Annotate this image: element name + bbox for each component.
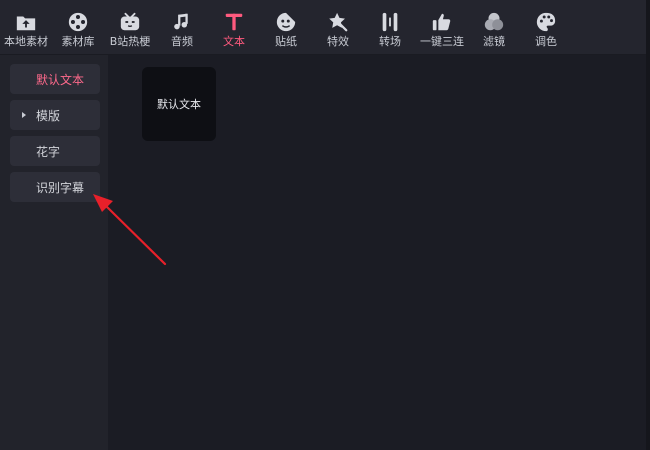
tool-transitions[interactable]: 转场 [364, 0, 416, 54]
tool-audio[interactable]: 音频 [156, 0, 208, 54]
tool-label: 音频 [171, 35, 193, 48]
expand-arrow-icon [22, 112, 26, 118]
tool-label: 素材库 [61, 35, 95, 48]
tool-stickers[interactable]: 贴纸 [260, 0, 312, 54]
tool-label: 贴纸 [275, 35, 297, 48]
film-reel-icon [68, 12, 88, 32]
palette-icon [536, 12, 556, 32]
tool-label: 本地素材 [4, 35, 48, 48]
tool-label: 转场 [379, 35, 401, 48]
tool-label: 文本 [223, 35, 245, 48]
tool-asset-library[interactable]: 素材库 [52, 0, 104, 54]
top-toolbar: 本地素材 素材库 B站热梗 音频 文本 贴纸 特效 转场 一键三连 滤镜 调色 [0, 0, 650, 55]
tool-label: B站热梗 [109, 35, 151, 48]
text-t-icon [225, 13, 243, 31]
sticker-face-icon [276, 12, 296, 32]
sidebar-item-default-text[interactable]: 默认文本 [10, 64, 100, 94]
transition-bars-icon [382, 12, 398, 32]
thumbs-up-icon [432, 13, 451, 31]
star-wand-icon [329, 12, 348, 32]
default-text-card[interactable]: 默认文本 [142, 67, 216, 141]
sidebar-item-label: 花字 [36, 144, 61, 159]
tool-label: 特效 [327, 35, 349, 48]
tool-label: 滤镜 [483, 35, 505, 48]
card-label: 默认文本 [157, 98, 201, 111]
sidebar-item-fancy-text[interactable]: 花字 [10, 136, 100, 166]
music-note-icon [174, 13, 188, 30]
tool-triple[interactable]: 一键三连 [416, 0, 468, 54]
tool-filters[interactable]: 滤镜 [468, 0, 520, 54]
sidebar-item-label: 模版 [36, 108, 61, 123]
tool-label: 一键三连 [420, 35, 464, 48]
tool-effects[interactable]: 特效 [312, 0, 364, 54]
sidebar-item-label: 识别字幕 [36, 180, 85, 195]
tv-mascot-icon [120, 12, 140, 31]
tool-bilibili-memes[interactable]: B站热梗 [104, 0, 156, 54]
sidebar-item-templates[interactable]: 模版 [10, 100, 100, 130]
tool-local-assets[interactable]: 本地素材 [0, 0, 52, 54]
text-content-panel: 默认文本 [108, 55, 650, 450]
sidebar-item-label: 默认文本 [36, 72, 85, 87]
text-category-sidebar: 默认文本 模版 花字 识别字幕 [0, 55, 108, 450]
tool-text[interactable]: 文本 [208, 0, 260, 54]
tool-color[interactable]: 调色 [520, 0, 572, 54]
tool-label: 调色 [535, 35, 557, 48]
filter-circles-icon [484, 12, 504, 31]
upload-folder-icon [16, 16, 36, 31]
panel-edge [646, 0, 650, 450]
sidebar-item-recognize-subtitles[interactable]: 识别字幕 [10, 172, 100, 202]
